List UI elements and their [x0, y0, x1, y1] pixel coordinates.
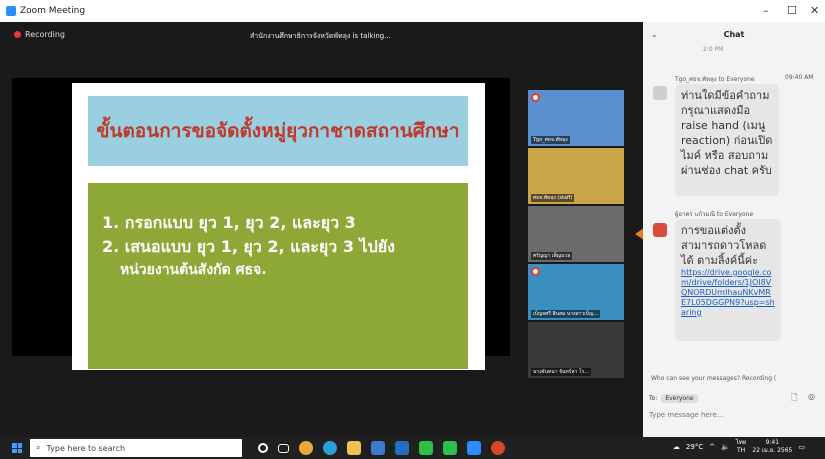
chevron-up-icon[interactable]: ^	[709, 443, 715, 451]
participant-video[interactable]: นางจันทนา จันทร์ลา โร...	[528, 322, 624, 378]
line-app-icon[interactable]	[443, 441, 457, 455]
zoom-taskbar-icon[interactable]	[467, 441, 481, 455]
previous-message-time: 2:0 PM	[703, 46, 724, 53]
slide-line-1: 1. กรอกแบบ ยุว 1, ยุว 2, และยุว 3	[102, 213, 356, 232]
participant-strip: Tgo_ศธจ.พัทลุง ศธจ.พัทลุง (staff) ศรัญญา…	[528, 90, 624, 380]
language-bottom: TH	[736, 447, 746, 454]
notification-icon[interactable]: ▭	[798, 443, 805, 451]
window-title: Zoom Meeting	[20, 6, 86, 16]
avatar	[653, 86, 667, 100]
task-view-icon[interactable]	[278, 443, 289, 453]
active-speaker-text: สำนักงานศึกษาธิการจังหวัดพัทลุง is talki…	[250, 32, 391, 40]
cortana-icon[interactable]	[258, 443, 268, 453]
minimize-button[interactable]: –	[763, 4, 769, 17]
participant-name: Tgo_ศธจ.พัทลุง	[531, 136, 570, 144]
chat-message: การขอแต่งตั้ง สามารถดาวโหลดได้ ตามลิ้งค์…	[675, 219, 781, 341]
shared-slide: ขั้นตอนการขอจัดตั้งหมู่ยุวกาชาดสถานศึกษา…	[72, 83, 485, 370]
file-explorer-icon[interactable]	[347, 441, 361, 455]
clock[interactable]: 9:41 22 เม.ย. 2565	[752, 439, 792, 455]
record-dot-icon	[14, 31, 21, 38]
participant-video[interactable]: ศธจ.พัทลุง (staff)	[528, 148, 624, 204]
slide-line-2: 2. เสนอแบบ ยุว 1, ยุว 2, และยุว 3 ไปยัง	[102, 237, 395, 256]
line-icon[interactable]	[419, 441, 433, 455]
participant-video[interactable]: เบ็ญจศรี สินสม นางสาวเบ็ญ...	[528, 264, 624, 320]
participant-name: ศรัญญา เพ็ญนวล	[531, 252, 573, 260]
taskbar-search[interactable]: ⌕ Type here to search	[30, 439, 242, 457]
participant-name: ศธจ.พัทลุง (staff)	[531, 194, 575, 202]
recording-indicator[interactable]: Recording	[14, 30, 65, 39]
to-label: To:	[649, 395, 658, 402]
clock-date: 22 เม.ย. 2565	[752, 447, 793, 454]
participant-name: เบ็ญจศรี สินสม นางสาวเบ็ญ...	[531, 310, 601, 318]
participant-name: นางจันทนา จันทร์ลา โร...	[531, 368, 592, 376]
temperature[interactable]: 29°C	[686, 443, 703, 451]
participant-video[interactable]: Tgo_ศธจ.พัทลุง	[528, 90, 624, 146]
chat-message: ท่านใดมีข้อคำถาม กรุณาแสดงมือ raise hand…	[675, 84, 779, 196]
chrome-icon[interactable]	[299, 441, 313, 455]
recipient-row: To: Everyone	[649, 394, 698, 403]
who-can-see-notice[interactable]: Who can see your messages? Recording (	[651, 375, 776, 382]
message-link[interactable]: https://drive.google.com/drive/folders/1…	[681, 268, 775, 318]
clock-time: 9:41	[765, 439, 780, 446]
language-top: ไทย	[735, 439, 747, 446]
weather-icon[interactable]: ☁	[673, 443, 680, 451]
file-icon[interactable]: 🗋	[791, 392, 797, 406]
store-icon[interactable]	[371, 441, 385, 455]
chat-message-input[interactable]	[649, 411, 819, 419]
recording-label: Recording	[25, 30, 66, 39]
powerpoint-icon[interactable]	[491, 441, 505, 455]
chat-panel: ⌄ Chat 2:0 PM Tgo_ศธจ.พัทลุง to Everyone…	[643, 22, 825, 437]
message-sender: Tgo_ศธจ.พัทลุง to Everyone	[675, 76, 755, 83]
message-time: 09:40 AM	[785, 74, 814, 81]
search-placeholder: Type here to search	[46, 443, 126, 453]
muted-mic-icon	[531, 93, 540, 102]
slide-body: 1. กรอกแบบ ยุว 1, ยุว 2, และยุว 3 2. เสน…	[88, 183, 468, 369]
language-indicator[interactable]: ไทย TH	[736, 439, 747, 455]
close-button[interactable]: ✕	[810, 4, 819, 17]
mail-icon[interactable]	[395, 441, 409, 455]
windows-start-icon[interactable]	[12, 443, 22, 453]
slide-line-3: หน่วยงานต้นสังกัด ศธจ.	[120, 262, 267, 278]
recipient-dropdown[interactable]: Everyone	[661, 394, 698, 403]
more-options-icon[interactable]: ◎	[808, 392, 815, 401]
title-bar: Zoom Meeting	[0, 0, 825, 22]
chat-title: Chat	[723, 30, 745, 39]
slide-heading: ขั้นตอนการขอจัดตั้งหมู่ยุวกาชาดสถานศึกษา	[88, 96, 468, 166]
zoom-logo-icon	[6, 6, 16, 16]
taskbar: ⌕ Type here to search ☁ 29°C ^ 🔈 ไทย TH …	[0, 437, 825, 459]
participant-video[interactable]: ศรัญญา เพ็ญนวล	[528, 206, 624, 262]
search-icon: ⌕	[36, 443, 41, 452]
system-tray: ☁ 29°C ^ 🔈 ไทย TH 9:41 22 เม.ย. 2565 ▭	[673, 439, 805, 455]
message-sender: ผู้อาคร แก้วมณี to Everyone	[675, 211, 754, 218]
muted-mic-icon	[531, 267, 540, 276]
maximize-button[interactable]: ☐	[787, 4, 797, 17]
message-text: การขอแต่งตั้ง สามารถดาวโหลดได้ ตามลิ้งค์…	[681, 224, 767, 267]
volume-icon[interactable]: 🔈	[721, 443, 730, 451]
avatar	[653, 223, 667, 237]
edge-icon[interactable]	[323, 441, 337, 455]
